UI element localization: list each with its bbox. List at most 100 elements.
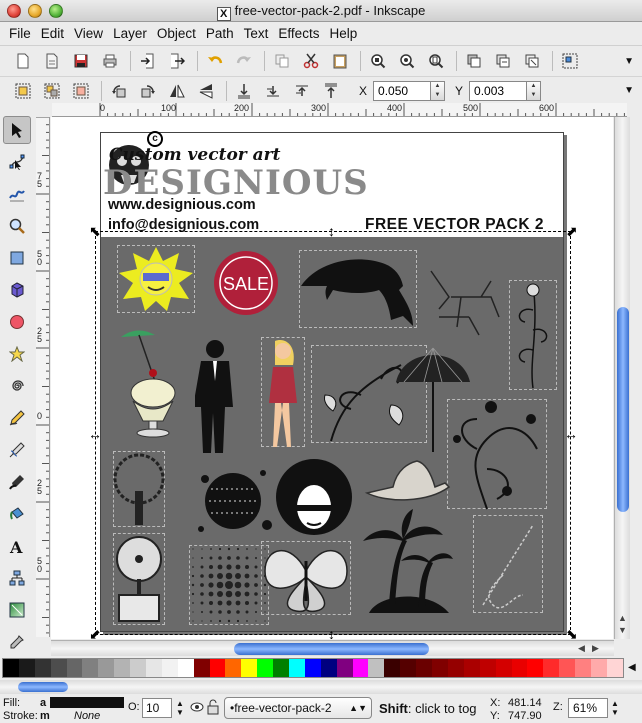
deselect-button[interactable] — [70, 80, 92, 102]
controls-overflow-icon[interactable]: ▼ — [624, 85, 634, 96]
color-swatch[interactable] — [352, 659, 369, 677]
resize-handle-icon[interactable]: ⬊ — [566, 627, 578, 639]
color-swatch[interactable] — [82, 659, 99, 677]
raise-button[interactable] — [291, 80, 313, 102]
horizontal-ruler[interactable]: 0 100 200 300 400 500 600 — [52, 103, 627, 117]
y-decrement-icon[interactable]: ▼ — [527, 91, 540, 100]
3d-box-tool[interactable] — [3, 276, 31, 304]
group-button[interactable] — [559, 50, 581, 72]
lower-to-bottom-button[interactable] — [233, 80, 255, 102]
undo-button[interactable] — [204, 50, 226, 72]
color-swatch[interactable] — [575, 659, 591, 677]
raise-to-top-button[interactable] — [320, 80, 342, 102]
visibility-eye-icon[interactable] — [190, 700, 204, 714]
zoom-tool[interactable] — [3, 212, 31, 240]
scroll-down-icon[interactable]: ▼ — [618, 625, 627, 635]
lower-button[interactable] — [262, 80, 284, 102]
selector-tool[interactable] — [3, 116, 31, 144]
pencil-tool[interactable] — [3, 404, 31, 432]
zoom-drawing-button[interactable] — [396, 50, 418, 72]
color-swatch[interactable] — [384, 659, 401, 677]
scroll-right-icon[interactable]: ▶ — [592, 643, 599, 654]
vertical-scroll-thumb[interactable] — [617, 307, 629, 512]
gradient-tool[interactable] — [3, 596, 31, 624]
color-swatch[interactable] — [447, 659, 464, 677]
menu-edit[interactable]: Edit — [36, 26, 69, 41]
x-decrement-icon[interactable]: ▼ — [431, 91, 444, 100]
horizontal-scroll-thumb[interactable] — [234, 643, 429, 655]
duplicate-button[interactable] — [463, 50, 485, 72]
color-swatch[interactable] — [273, 659, 290, 677]
color-swatch[interactable] — [193, 659, 210, 677]
dropper-tool[interactable] — [3, 628, 31, 656]
menu-effects[interactable]: Effects — [273, 26, 324, 41]
color-swatch[interactable] — [66, 659, 83, 677]
zoom-page-button[interactable] — [425, 50, 447, 72]
color-swatch[interactable] — [18, 659, 35, 677]
menu-file[interactable]: File — [4, 26, 36, 41]
x-coordinate-input[interactable] — [373, 80, 432, 101]
color-swatch[interactable] — [257, 659, 274, 677]
drawing-canvas[interactable]: c Custom vector art DESIGNIOUS www.desig… — [51, 117, 613, 639]
x-coordinate-spinner[interactable]: ▲▼ — [373, 80, 446, 101]
open-document-button[interactable] — [41, 50, 63, 72]
color-swatch[interactable] — [177, 659, 194, 677]
color-swatch[interactable] — [479, 659, 496, 677]
palette-scroll-thumb[interactable] — [18, 682, 68, 692]
color-swatch[interactable] — [559, 659, 576, 677]
flip-horizontal-button[interactable] — [166, 80, 188, 102]
toolbar-overflow-icon[interactable]: ▼ — [624, 56, 634, 67]
color-swatch[interactable] — [463, 659, 480, 677]
unlink-clone-button[interactable] — [521, 50, 543, 72]
color-swatch[interactable] — [495, 659, 512, 677]
resize-handle-icon[interactable]: ↔ — [564, 427, 578, 441]
ellipse-tool[interactable] — [3, 308, 31, 336]
color-palette[interactable] — [2, 658, 624, 678]
text-tool[interactable]: A — [3, 532, 31, 560]
y-coordinate-input[interactable] — [469, 80, 528, 101]
horizontal-scrollbar[interactable]: ◀ ▶ — [51, 640, 614, 656]
export-button[interactable] — [166, 50, 188, 72]
calligraphy-tool[interactable] — [3, 468, 31, 496]
clone-button[interactable] — [492, 50, 514, 72]
menu-help[interactable]: Help — [324, 26, 362, 41]
color-swatch[interactable] — [241, 659, 258, 677]
current-layer-select[interactable]: •free-vector-pack-2 ▲▼ — [224, 697, 372, 719]
scroll-left-icon[interactable]: ◀ — [578, 643, 585, 654]
scroll-up-icon[interactable]: ▲ — [618, 613, 627, 623]
color-swatch[interactable] — [336, 659, 353, 677]
node-tool[interactable] — [3, 148, 31, 176]
resize-handle-icon[interactable]: ↕ — [328, 627, 335, 639]
zoom-selection-button[interactable] — [367, 50, 389, 72]
color-swatch[interactable] — [416, 659, 433, 677]
color-swatch[interactable] — [289, 659, 305, 677]
print-button[interactable] — [99, 50, 121, 72]
save-button[interactable] — [70, 50, 92, 72]
lock-icon[interactable] — [207, 699, 219, 715]
color-swatch[interactable] — [34, 659, 51, 677]
select-all-layers-button[interactable] — [41, 80, 63, 102]
color-swatch[interactable] — [527, 659, 544, 677]
pen-tool[interactable] — [3, 436, 31, 464]
x-increment-icon[interactable]: ▲ — [431, 82, 444, 91]
resize-handle-icon[interactable]: ↕ — [328, 224, 335, 238]
zoom-input[interactable]: 61% — [568, 698, 608, 718]
menu-object[interactable]: Object — [152, 26, 201, 41]
zoom-spin-icon[interactable]: ▲ ▼ — [611, 699, 619, 717]
color-swatch[interactable] — [606, 659, 623, 677]
resize-handle-icon[interactable]: ↔ — [88, 427, 102, 441]
color-swatch[interactable] — [146, 659, 162, 677]
y-increment-icon[interactable]: ▲ — [527, 82, 540, 91]
color-swatch[interactable] — [400, 659, 417, 677]
opacity-input[interactable]: 10 — [142, 698, 172, 718]
fill-indicator[interactable] — [50, 697, 124, 708]
color-swatch[interactable] — [98, 659, 115, 677]
color-swatch[interactable] — [161, 659, 178, 677]
color-swatch[interactable] — [130, 659, 147, 677]
redo-button[interactable] — [233, 50, 255, 72]
y-coordinate-spinner[interactable]: ▲▼ — [469, 80, 542, 101]
import-button[interactable] — [137, 50, 159, 72]
color-swatch[interactable] — [209, 659, 226, 677]
color-swatch[interactable] — [225, 659, 242, 677]
stroke-indicator[interactable]: None — [74, 710, 100, 722]
